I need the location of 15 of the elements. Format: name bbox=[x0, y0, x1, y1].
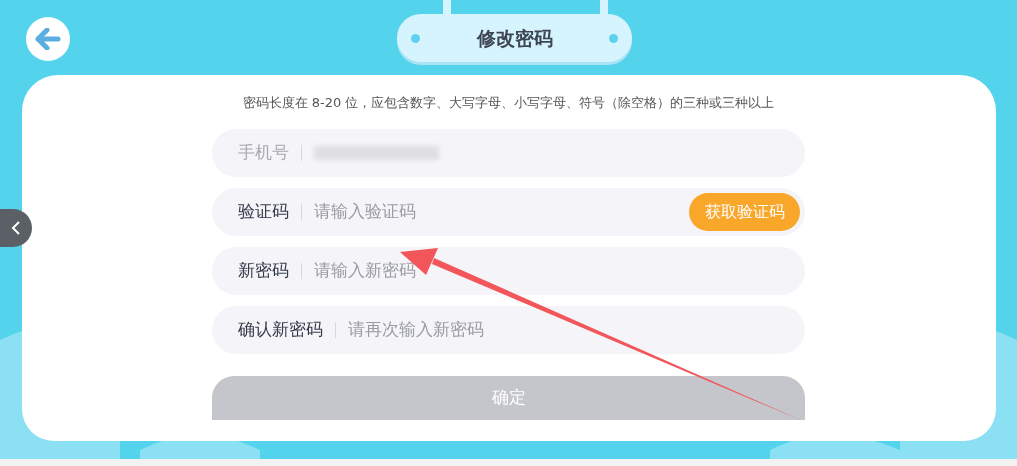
form-field[interactable]: 验证码 请输入验证码 获取验证码 bbox=[212, 188, 805, 236]
page-title: 修改密码 bbox=[476, 25, 553, 51]
field-placeholder: 请再次输入新密码 bbox=[348, 318, 484, 342]
side-handle[interactable] bbox=[0, 209, 32, 247]
field-label: 手机号 bbox=[238, 141, 289, 165]
form-field[interactable]: 确认新密码 请再次输入新密码 bbox=[212, 306, 805, 354]
field-label: 确认新密码 bbox=[238, 318, 323, 342]
back-arrow-icon bbox=[35, 28, 61, 50]
field-placeholder: 请输入新密码 bbox=[314, 259, 416, 283]
field-label: 新密码 bbox=[238, 259, 289, 283]
form-field[interactable]: 新密码 请输入新密码 bbox=[212, 247, 805, 295]
field-placeholder: 请输入验证码 bbox=[314, 200, 416, 224]
chevron-left-icon bbox=[11, 220, 21, 236]
field-label: 验证码 bbox=[238, 200, 289, 224]
password-hint: 密码长度在 8-20 位，应包含数字、大写字母、小写字母、符号（除空格）的三种或三种以上 bbox=[241, 94, 776, 112]
